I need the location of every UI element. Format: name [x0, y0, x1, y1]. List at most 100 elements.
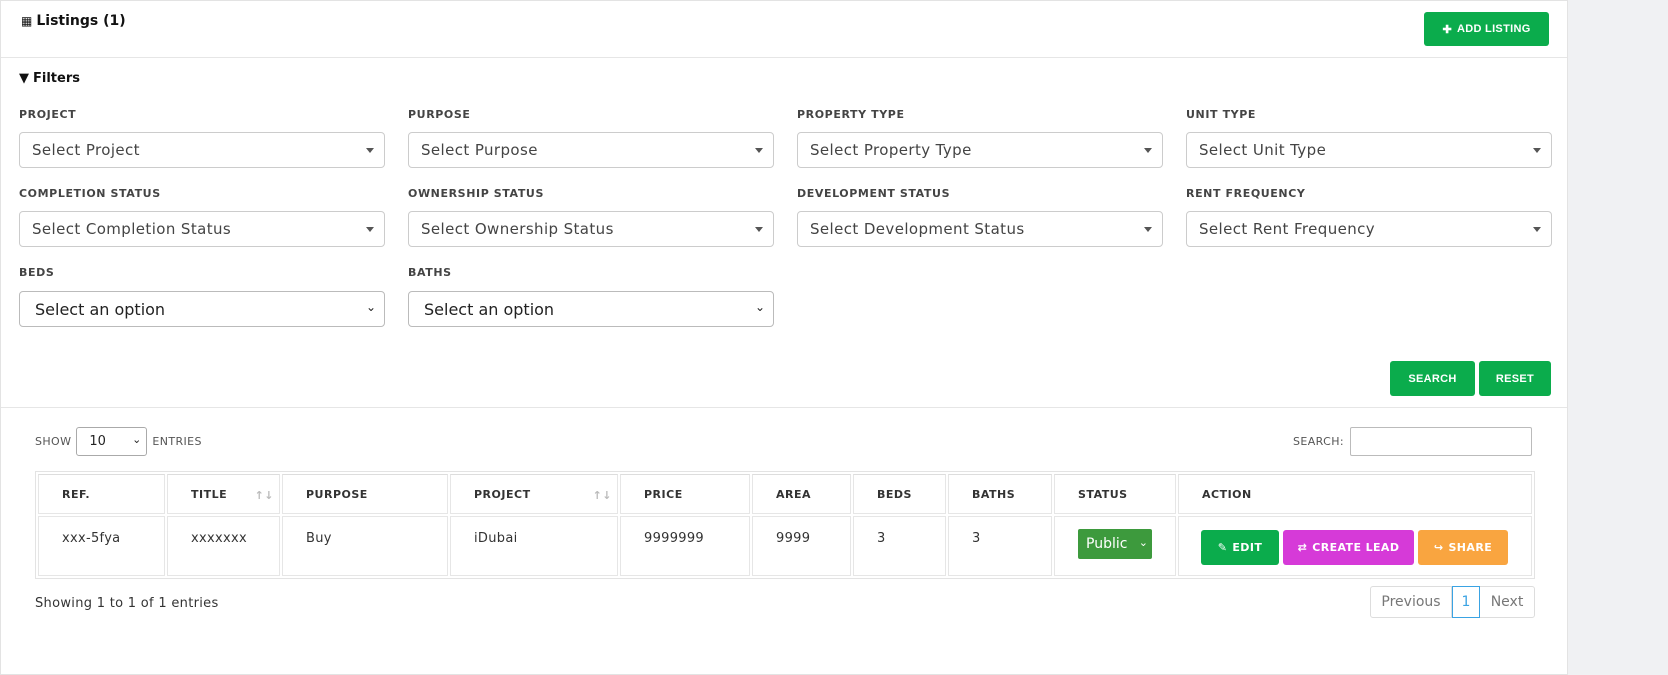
create-lead-label: CREATE LEAD — [1312, 541, 1400, 554]
filters-heading: ▼ Filters — [19, 71, 80, 86]
show-label: SHOW — [35, 435, 72, 448]
unit-type-select[interactable]: Select Unit Type — [1186, 132, 1552, 168]
column-header-action: ACTION — [1178, 474, 1532, 514]
row-actions: ✎ EDIT ⇄ CREATE LEAD ↪ SHARE — [1201, 530, 1531, 565]
page-1-button[interactable]: 1 — [1452, 586, 1480, 618]
property-type-select[interactable]: Select Property Type — [797, 132, 1163, 168]
project-select-value: Select Project — [32, 141, 140, 159]
chevron-down-icon: ⌄ — [1138, 536, 1148, 549]
cell-ref: xxx-5fya — [38, 516, 165, 576]
pagination: Previous 1 Next — [1370, 586, 1535, 618]
purpose-select[interactable]: Select Purpose — [408, 132, 774, 168]
completion-status-filter-label: COMPLETION STATUS — [19, 187, 161, 200]
column-header-area[interactable]: AREA — [752, 474, 851, 514]
cell-price: 9999999 — [620, 516, 750, 576]
cell-project: iDubai — [450, 516, 618, 576]
listings-table: REF. TITLE ↑↓ PURPOSE PROJECT ↑↓ PRICE ARE… — [35, 471, 1535, 579]
cell-baths: 3 — [948, 516, 1052, 576]
rent-frequency-select[interactable]: Select Rent Frequency — [1186, 211, 1552, 247]
reset-button[interactable]: RESET — [1479, 361, 1551, 396]
share-label: SHARE — [1448, 541, 1493, 554]
add-listing-button[interactable]: ✚ ADD LISTING — [1424, 12, 1549, 46]
filters-title-text: Filters — [33, 71, 80, 86]
unit-type-select-value: Select Unit Type — [1199, 141, 1327, 159]
property-type-select-value: Select Property Type — [810, 141, 972, 159]
table-info: Showing 1 to 1 of 1 entries — [35, 596, 219, 611]
table-search-input[interactable] — [1350, 427, 1533, 456]
development-status-select-value: Select Development Status — [810, 220, 1025, 238]
chevron-down-icon: ⌄ — [754, 300, 765, 314]
baths-select[interactable]: Select an option ⌄ — [408, 291, 774, 327]
caret-down-icon — [1533, 227, 1541, 232]
project-filter-label: PROJECT — [19, 108, 77, 121]
entries-label: ENTRIES — [152, 435, 202, 448]
edit-icon: ✎ — [1217, 541, 1228, 554]
previous-page-button[interactable]: Previous — [1371, 587, 1452, 617]
column-header-ref[interactable]: REF. — [38, 474, 165, 514]
cell-beds: 3 — [853, 516, 946, 576]
column-header-title[interactable]: TITLE ↑↓ — [167, 474, 280, 514]
card-header: ▦ Listings (1) ✚ ADD LISTING — [1, 1, 1567, 58]
caret-down-icon — [1533, 148, 1541, 153]
edit-button[interactable]: ✎ EDIT — [1201, 530, 1279, 565]
caret-down-icon — [1144, 227, 1152, 232]
purpose-filter-label: PURPOSE — [408, 108, 471, 121]
purpose-select-value: Select Purpose — [421, 141, 538, 159]
column-header-price[interactable]: PRICE — [620, 474, 750, 514]
beds-select-value: Select an option — [35, 299, 166, 319]
ownership-status-select-value: Select Ownership Status — [421, 220, 614, 238]
plus-icon: ✚ — [1442, 23, 1452, 36]
cell-status: Public ⌄ — [1054, 516, 1176, 576]
edit-label: EDIT — [1232, 541, 1263, 554]
table-header-row: REF. TITLE ↑↓ PURPOSE PROJECT ↑↓ PRICE ARE… — [38, 474, 1532, 514]
column-header-baths[interactable]: BATHS — [948, 474, 1052, 514]
rent-frequency-filter-label: RENT FREQUENCY — [1186, 187, 1306, 200]
table-search: SEARCH: — [1293, 427, 1533, 456]
entries-length-value: 10 — [89, 434, 106, 449]
unit-type-filter-label: UNIT TYPE — [1186, 108, 1257, 121]
completion-status-select[interactable]: Select Completion Status — [19, 211, 385, 247]
page-title-text: Listings (1) — [36, 13, 126, 29]
table-search-label: SEARCH: — [1293, 435, 1345, 448]
cell-action: ✎ EDIT ⇄ CREATE LEAD ↪ SHARE — [1178, 516, 1532, 576]
development-status-select[interactable]: Select Development Status — [797, 211, 1163, 247]
column-header-beds[interactable]: BEDS — [853, 474, 946, 514]
column-header-status[interactable]: STATUS — [1054, 474, 1176, 514]
caret-down-icon — [366, 227, 374, 232]
next-page-button[interactable]: Next — [1480, 587, 1534, 617]
project-select[interactable]: Select Project — [19, 132, 385, 168]
rent-frequency-select-value: Select Rent Frequency — [1199, 220, 1376, 238]
chevron-down-icon: ⌄ — [365, 300, 376, 314]
column-header-project[interactable]: PROJECT ↑↓ — [450, 474, 618, 514]
create-lead-button[interactable]: ⇄ CREATE LEAD — [1283, 530, 1414, 565]
chevron-down-icon: ⌄ — [132, 433, 142, 446]
development-status-filter-label: DEVELOPMENT STATUS — [797, 187, 951, 200]
beds-filter-label: BEDS — [19, 266, 55, 279]
beds-select[interactable]: Select an option ⌄ — [19, 291, 385, 327]
baths-select-value: Select an option — [424, 299, 555, 319]
cell-area: 9999 — [752, 516, 851, 576]
sort-icon: ↑↓ — [254, 489, 274, 502]
search-button[interactable]: SEARCH — [1390, 361, 1475, 396]
property-type-filter-label: PROPERTY TYPE — [797, 108, 905, 121]
caret-down-icon — [366, 148, 374, 153]
entries-length-select[interactable]: 10 ⌄ — [76, 427, 148, 456]
sort-icon: ↑↓ — [592, 489, 612, 502]
add-listing-label: ADD LISTING — [1456, 23, 1531, 35]
table-icon: ▦ — [21, 14, 33, 28]
page-title: ▦ Listings (1) — [21, 13, 126, 29]
ownership-status-select[interactable]: Select Ownership Status — [408, 211, 774, 247]
share-icon: ↪ — [1433, 541, 1444, 554]
listings-card: ▦ Listings (1) ✚ ADD LISTING ▼ Filters P… — [0, 0, 1568, 675]
status-select[interactable]: Public ⌄ — [1078, 529, 1152, 559]
column-header-purpose[interactable]: PURPOSE — [282, 474, 448, 514]
baths-filter-label: BATHS — [408, 266, 452, 279]
share-button[interactable]: ↪ SHARE — [1418, 530, 1508, 565]
cell-title: xxxxxxx — [167, 516, 280, 576]
caret-down-icon — [1144, 148, 1152, 153]
entries-length-control: SHOW 10 ⌄ ENTRIES — [35, 427, 202, 456]
table-row: xxx-5fya xxxxxxx Buy iDubai 9999999 9999… — [38, 516, 1532, 576]
caret-down-icon — [755, 227, 763, 232]
exchange-icon: ⇄ — [1297, 541, 1308, 554]
section-divider — [1, 407, 1567, 408]
